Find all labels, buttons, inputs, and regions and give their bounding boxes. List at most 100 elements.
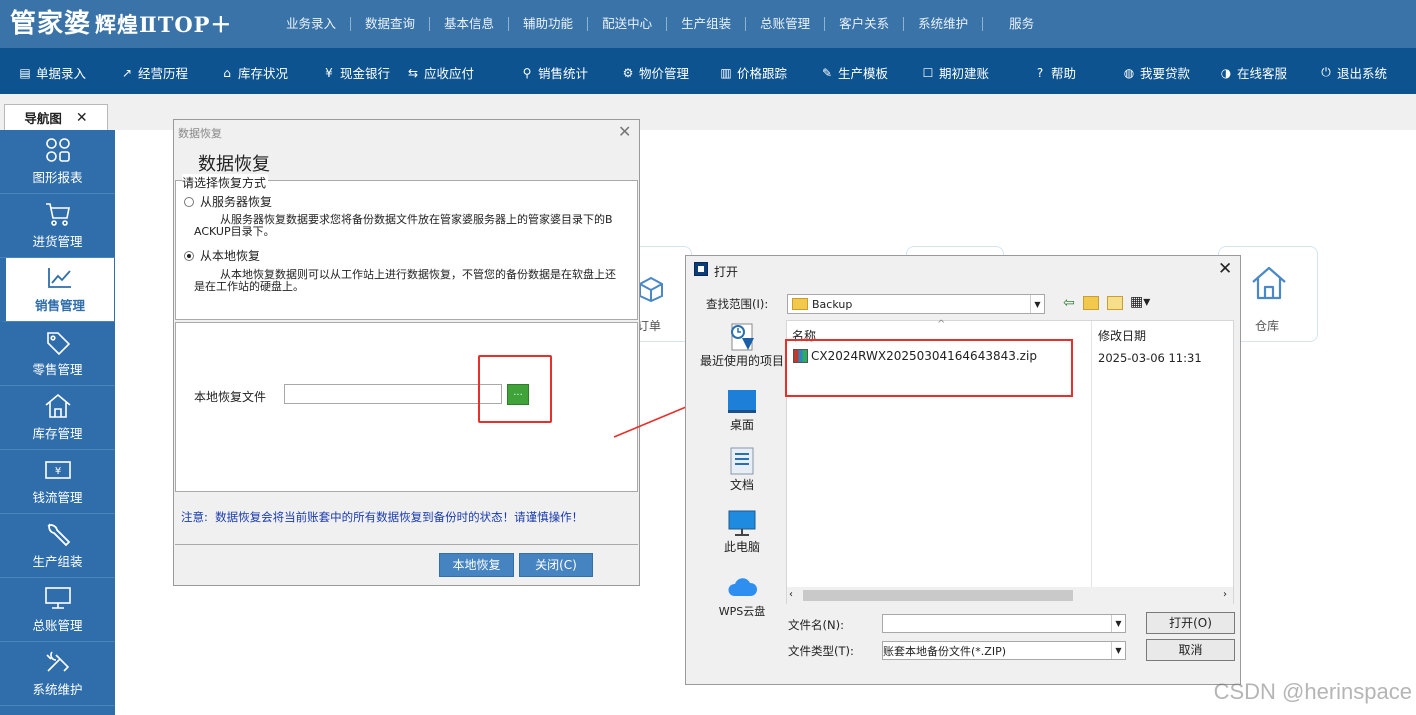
radio-checked-icon (184, 250, 194, 261)
toolbar-yen-button[interactable]: ¥ 现金银行 (322, 63, 390, 82)
main-toolbar: ▤ 单据录入 ↗ 经营历程 ⌂ 库存状况 ¥ 现金银行 ⇆ 应收应付 ⚲ 销售统计 ⚙ 物价管理 ▥ 价格跟踪… (0, 48, 1416, 94)
close-icon[interactable]: ✕ (618, 122, 631, 141)
toolbar-label: 物价管理 (639, 66, 690, 81)
toolbar-label: 我要贷款 (1140, 66, 1191, 81)
filename-label: 文件名(N): (788, 618, 844, 632)
local-file-input[interactable] (284, 384, 502, 404)
toolbar-moneybag-button[interactable]: ◍ 我要贷款 (1122, 63, 1190, 82)
toolbar-label: 退出系统 (1337, 66, 1388, 81)
chevron-down-icon: ▼ (1030, 295, 1044, 313)
place-label: 桌面 (729, 418, 754, 432)
cart-icon (44, 201, 72, 227)
local-restore-button[interactable]: 本地恢复 (439, 553, 514, 577)
group-label: 请选择恢复方式 (182, 174, 269, 191)
option-description: 从本地恢复数据则可以从工作站上进行数据恢复，不管您的备份数据是在软盘上还是在工作… (194, 268, 616, 293)
warehouse-icon (44, 393, 72, 419)
radio-server-restore[interactable]: 从服务器恢复 (184, 193, 272, 210)
sidebar-item-label: 库存管理 (32, 426, 83, 441)
toolbar-home-button[interactable]: ⌂ 库存状况 (220, 63, 288, 82)
column-header-date[interactable]: 修改日期 (1098, 327, 1146, 344)
top-menu-item[interactable]: 客户关系 (825, 17, 905, 31)
filetype-label: 文件类型(T): (788, 644, 854, 658)
filename-combo[interactable]: ▼ (882, 614, 1126, 633)
top-menu-item[interactable]: 数据查询 (351, 17, 431, 31)
close-icon[interactable]: ✕ (1218, 259, 1232, 279)
sidebar-item-label: 总账管理 (32, 618, 83, 633)
radio-label: 从服务器恢复 (200, 195, 273, 209)
top-menu: 业务录入 数据查询 基本信息 辅助功能 配送中心 生产组装 总账管理 客户关系 系统维护 服务 (272, 0, 1048, 48)
top-menu-item[interactable]: 配送中心 (588, 17, 668, 31)
top-menu-item[interactable]: 基本信息 (430, 17, 510, 31)
place-label: WPS云盘 (718, 605, 766, 618)
warehouse-icon (1249, 263, 1289, 303)
toolbar-document-button[interactable]: ▤ 单据录入 (18, 63, 86, 82)
lookin-combo[interactable]: Backup ▼ (787, 294, 1045, 314)
toolbar-exchange-button[interactable]: ⇆ 应收应付 (406, 63, 474, 82)
open-file-dialog: 打开 ✕ 查找范围(I): Backup ▼ ⇦ ▦▾ 最近使用的项目 桌面 文档此… (685, 255, 1241, 685)
close-button[interactable]: 关闭(C) (519, 553, 593, 577)
sidebar-item-warehouse[interactable]: 库存管理 (0, 386, 115, 450)
cancel-button[interactable]: 取消 (1146, 639, 1235, 661)
dialog-heading: 数据恢复 (198, 154, 270, 175)
new-folder-icon[interactable] (1107, 296, 1123, 310)
radio-local-restore[interactable]: 从本地恢复 (184, 247, 260, 264)
filetype-combo[interactable]: 账套本地备份文件(*.ZIP) ▼ (882, 641, 1126, 660)
toolbar-chart-line-button[interactable]: ↗ 经营历程 (120, 63, 188, 82)
sidebar-item-monitor[interactable]: 总账管理 (0, 578, 115, 642)
top-menu-item[interactable]: 总账管理 (746, 17, 826, 31)
scroll-left-icon[interactable]: ‹ (789, 589, 793, 600)
power-icon: ⏻ (1321, 65, 1331, 79)
chart-line-icon: ↗ (121, 65, 133, 80)
restore-method-group: 请选择恢复方式 从服务器恢复 从服务器恢复数据要求您将备份数据文件放在管家婆服务… (175, 174, 638, 320)
view-menu-icon[interactable]: ▦▾ (1130, 294, 1150, 310)
toolbar-label: 应收应付 (424, 66, 475, 81)
place-desktop[interactable]: 桌面 (693, 386, 791, 432)
top-menu-item[interactable]: 辅助功能 (509, 17, 589, 31)
up-folder-icon[interactable] (1083, 296, 1099, 310)
open-button[interactable]: 打开(O) (1146, 612, 1235, 634)
sidebar-item-trend[interactable]: 销售管理 (0, 258, 115, 322)
toolbar-power-button[interactable]: ⏻ 退出系统 (1319, 63, 1387, 82)
sidebar-item-label: 钱流管理 (32, 490, 83, 505)
tab-navigation[interactable]: 导航图 ✕ (4, 104, 108, 130)
back-icon[interactable]: ⇦ (1063, 295, 1075, 311)
local-file-panel: 本地恢复文件 ... (175, 322, 638, 492)
option-description: 从服务器恢复数据要求您将备份数据文件放在管家婆服务器上的管家婆目录下的BACKU… (194, 213, 613, 238)
toolbar-search-button[interactable]: ⚲ 销售统计 (520, 63, 588, 82)
toolbar-wrench-button[interactable]: ✎ 生产模板 (820, 63, 888, 82)
toolbar-label: 现金银行 (340, 66, 391, 81)
place-documents[interactable]: 文档 (693, 446, 791, 492)
place-computer[interactable]: 此电脑 (693, 508, 791, 554)
scroll-right-icon[interactable]: › (1223, 589, 1227, 600)
top-menu-item[interactable]: 系统维护 (904, 17, 984, 31)
sidebar-item-tools[interactable]: 系统维护 (0, 642, 115, 706)
sidebar-item-label: 零售管理 (32, 362, 83, 377)
top-menu-item[interactable]: 业务录入 (272, 17, 352, 31)
bar-chart-icon: ▥ (720, 65, 732, 80)
bg-card-label: 订单 (637, 319, 662, 333)
recent-icon (726, 322, 758, 355)
top-menu-item[interactable]: 服务 (983, 17, 1048, 31)
sidebar-item-money[interactable]: ¥ 钱流管理 (0, 450, 115, 514)
sidebar-item-cart[interactable]: 进货管理 (0, 194, 115, 258)
file-list[interactable]: ^ 名称 修改日期 CX2024RWX20250304164643843.zip… (785, 319, 1234, 604)
place-label: 文档 (729, 478, 754, 492)
toolbar-bar-chart-button[interactable]: ▥ 价格跟踪 (719, 63, 787, 82)
toolbar-help-button[interactable]: ? 帮助 (1033, 63, 1076, 82)
toolbar-label: 期初建账 (939, 66, 990, 81)
top-menu-item[interactable]: 生产组装 (667, 17, 747, 31)
place-recent[interactable]: 最近使用的项目 (693, 322, 791, 368)
sidebar-item-label: 图形报表 (32, 170, 83, 185)
app-icon (694, 262, 708, 276)
tools-icon (44, 649, 72, 675)
toolbar-gear-button[interactable]: ⚙ 物价管理 (621, 63, 689, 82)
toolbar-edit-button[interactable]: ☐ 期初建账 (921, 63, 989, 82)
scroll-thumb[interactable] (803, 590, 1073, 601)
horizontal-scrollbar[interactable]: ‹ › (787, 587, 1233, 604)
toolbar-headset-button[interactable]: ◑ 在线客服 (1219, 63, 1287, 82)
close-icon[interactable]: ✕ (76, 110, 88, 126)
place-cloud[interactable]: WPS云盘 (693, 572, 791, 618)
sidebar-item-tag[interactable]: 零售管理 (0, 322, 115, 386)
sidebar-item-wrench[interactable]: 生产组装 (0, 514, 115, 578)
sidebar-item-grid[interactable]: 图形报表 (0, 130, 115, 194)
